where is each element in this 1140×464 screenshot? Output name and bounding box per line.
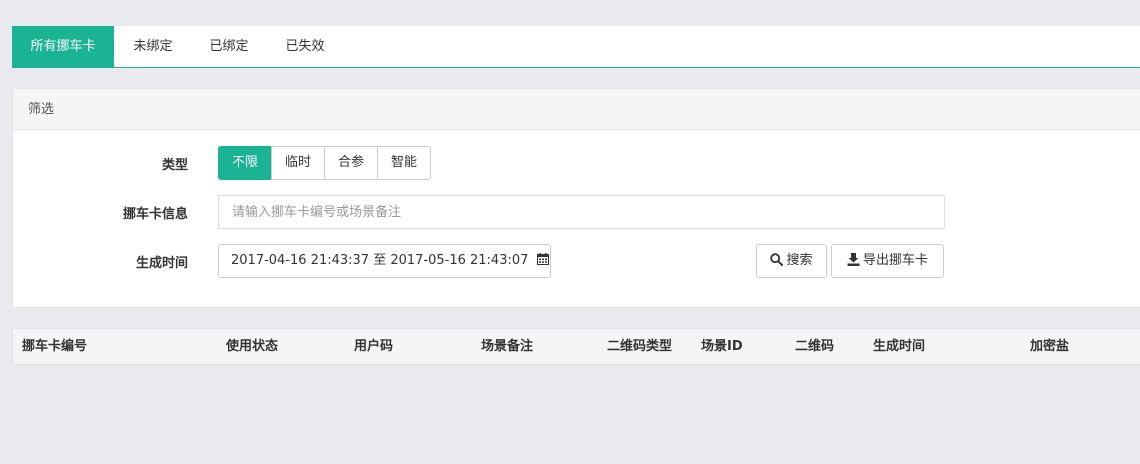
search-icon	[770, 253, 784, 266]
tab-expired[interactable]: 已失效	[266, 26, 344, 67]
time-label: 生成时间	[135, 256, 188, 271]
export-cards-button[interactable]: 导出挪车卡	[831, 244, 944, 278]
filter-panel-title: 筛选	[13, 89, 1140, 130]
table-header: 挪车卡编号 使用状态 用户码 场景备注 二维码类型 场景ID 二维码 生成时间 …	[12, 328, 1140, 365]
card-info-label: 挪车卡信息	[122, 207, 188, 222]
column-header-qr-type[interactable]: 二维码类型	[607, 329, 672, 365]
search-button[interactable]: 搜索	[756, 244, 827, 278]
column-header-created-time[interactable]: 生成时间	[873, 329, 925, 365]
tab-unbound[interactable]: 未绑定	[114, 26, 192, 67]
filter-panel: 筛选 类型 不限 临时 合参 智能 挪车卡信息 生成时间 2017-04-16 …	[12, 88, 1140, 308]
tab-bound[interactable]: 已绑定	[192, 26, 266, 67]
type-option-unlimited[interactable]: 不限	[218, 146, 272, 180]
column-header-salt[interactable]: 加密盐	[1030, 329, 1069, 365]
download-icon	[847, 253, 860, 266]
column-header-scene-id[interactable]: 场景ID	[701, 329, 743, 365]
type-option-smart[interactable]: 智能	[377, 146, 431, 180]
card-info-input[interactable]	[218, 195, 945, 229]
export-button-label: 导出挪车卡	[862, 253, 928, 268]
column-header-scene-note[interactable]: 场景备注	[481, 329, 533, 365]
column-header-card-number[interactable]: 挪车卡编号	[22, 329, 87, 365]
column-header-qr-code[interactable]: 二维码	[795, 329, 834, 365]
tab-bar: 所有挪车卡 未绑定 已绑定 已失效	[12, 26, 1140, 68]
column-header-usage-status[interactable]: 使用状态	[226, 329, 278, 365]
type-label: 类型	[161, 158, 188, 173]
search-button-label: 搜索	[786, 253, 813, 268]
tab-all-cards[interactable]: 所有挪车卡	[12, 26, 114, 67]
type-option-combined[interactable]: 合参	[324, 146, 378, 180]
column-header-user-code[interactable]: 用户码	[354, 329, 393, 365]
date-range-picker[interactable]: 2017-04-16 21:43:37 至 2017-05-16 21:43:0…	[218, 244, 551, 278]
calendar-icon	[536, 253, 549, 265]
type-option-temporary[interactable]: 临时	[271, 146, 325, 180]
type-button-group: 不限 临时 合参 智能	[218, 146, 431, 180]
date-range-value: 2017-04-16 21:43:37 至 2017-05-16 21:43:0…	[231, 253, 529, 268]
